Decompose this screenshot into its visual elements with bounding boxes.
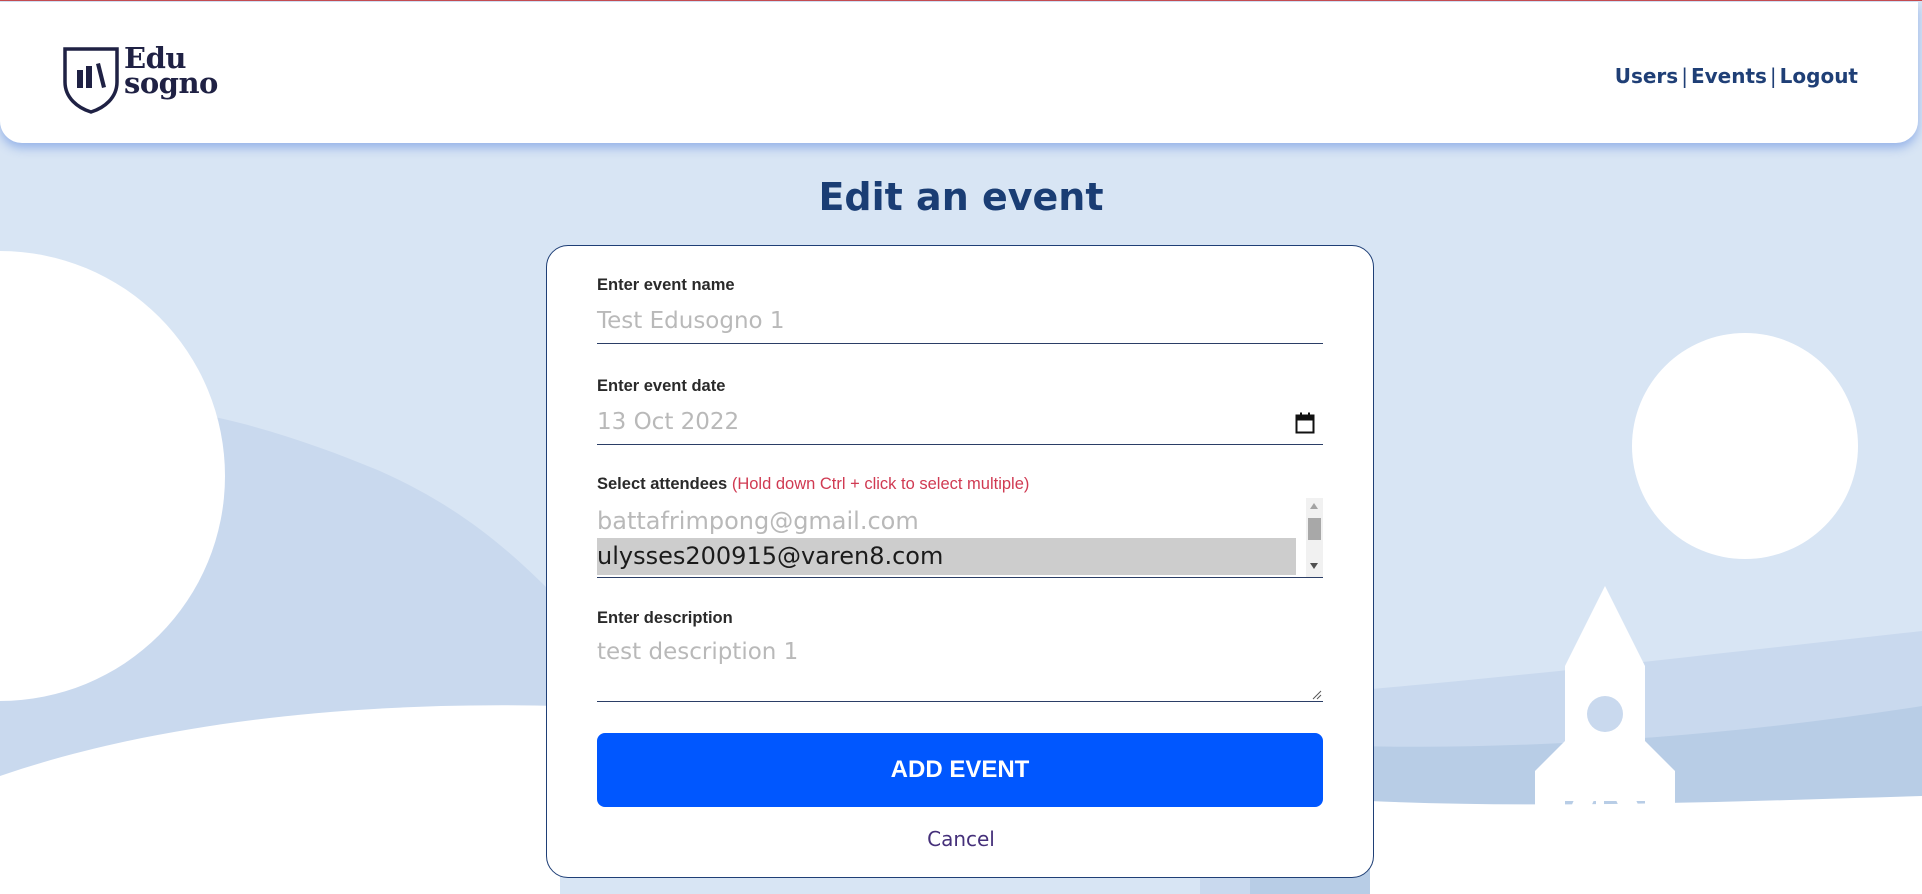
attendees-label: Select attendees (Hold down Ctrl + click…	[597, 475, 1323, 494]
attendees-hint: (Hold down Ctrl + click to select multip…	[731, 475, 1030, 493]
description-field: Enter description test description 1	[597, 609, 1323, 702]
attendees-scrollbar[interactable]	[1306, 498, 1323, 577]
attendees-label-text: Select attendees	[597, 475, 728, 493]
event-date-input[interactable]: 13 Oct 2022	[597, 405, 1323, 445]
attendees-multiselect[interactable]: battafrimpong@gmail.com ulysses200915@va…	[597, 498, 1323, 578]
attendee-option[interactable]: battafrimpong@gmail.com	[597, 503, 1296, 540]
brand-wordmark: Edu sogno	[124, 44, 218, 100]
nav-separator: |	[1681, 64, 1688, 88]
description-label: Enter description	[597, 609, 733, 627]
add-event-button[interactable]: ADD EVENT	[597, 733, 1323, 807]
nav-logout-link[interactable]: Logout	[1780, 64, 1858, 88]
description-textarea[interactable]: test description 1	[597, 638, 1323, 702]
scroll-down-arrow-icon[interactable]	[1310, 563, 1318, 569]
edusogno-logo[interactable]: Edu sogno	[62, 44, 218, 114]
nav-separator: |	[1769, 64, 1777, 88]
calendar-icon[interactable]	[1295, 412, 1315, 434]
page-title: Edit an event	[818, 175, 1104, 219]
attendees-field: Select attendees (Hold down Ctrl + click…	[597, 475, 1323, 578]
attendee-option-selected[interactable]: ulysses200915@varen8.com	[597, 538, 1296, 575]
scroll-up-arrow-icon[interactable]	[1310, 503, 1318, 509]
top-header: Edu sogno Users | Events | Logout	[0, 2, 1918, 143]
top-nav: Users | Events | Logout	[1615, 64, 1858, 88]
event-date-label: Enter event date	[597, 377, 726, 395]
event-date-field: Enter event date 13 Oct 2022	[597, 377, 1323, 445]
edit-event-form: Enter event name Test Edusogno 1 Enter e…	[546, 245, 1374, 878]
event-name-input[interactable]: Test Edusogno 1	[597, 304, 1323, 344]
cancel-link[interactable]: Cancel	[547, 827, 1375, 851]
brand-line-2: sogno	[124, 66, 218, 100]
nav-users-link[interactable]: Users	[1615, 64, 1678, 88]
shield-books-logo-icon	[63, 47, 119, 114]
resize-handle-icon[interactable]	[1312, 690, 1322, 700]
event-name-label: Enter event name	[597, 276, 735, 294]
event-name-field: Enter event name Test Edusogno 1	[597, 276, 1323, 344]
scroll-thumb[interactable]	[1308, 518, 1321, 540]
nav-events-link[interactable]: Events	[1691, 64, 1767, 88]
description-value: test description 1	[597, 639, 799, 665]
event-date-value: 13 Oct 2022	[597, 409, 740, 435]
